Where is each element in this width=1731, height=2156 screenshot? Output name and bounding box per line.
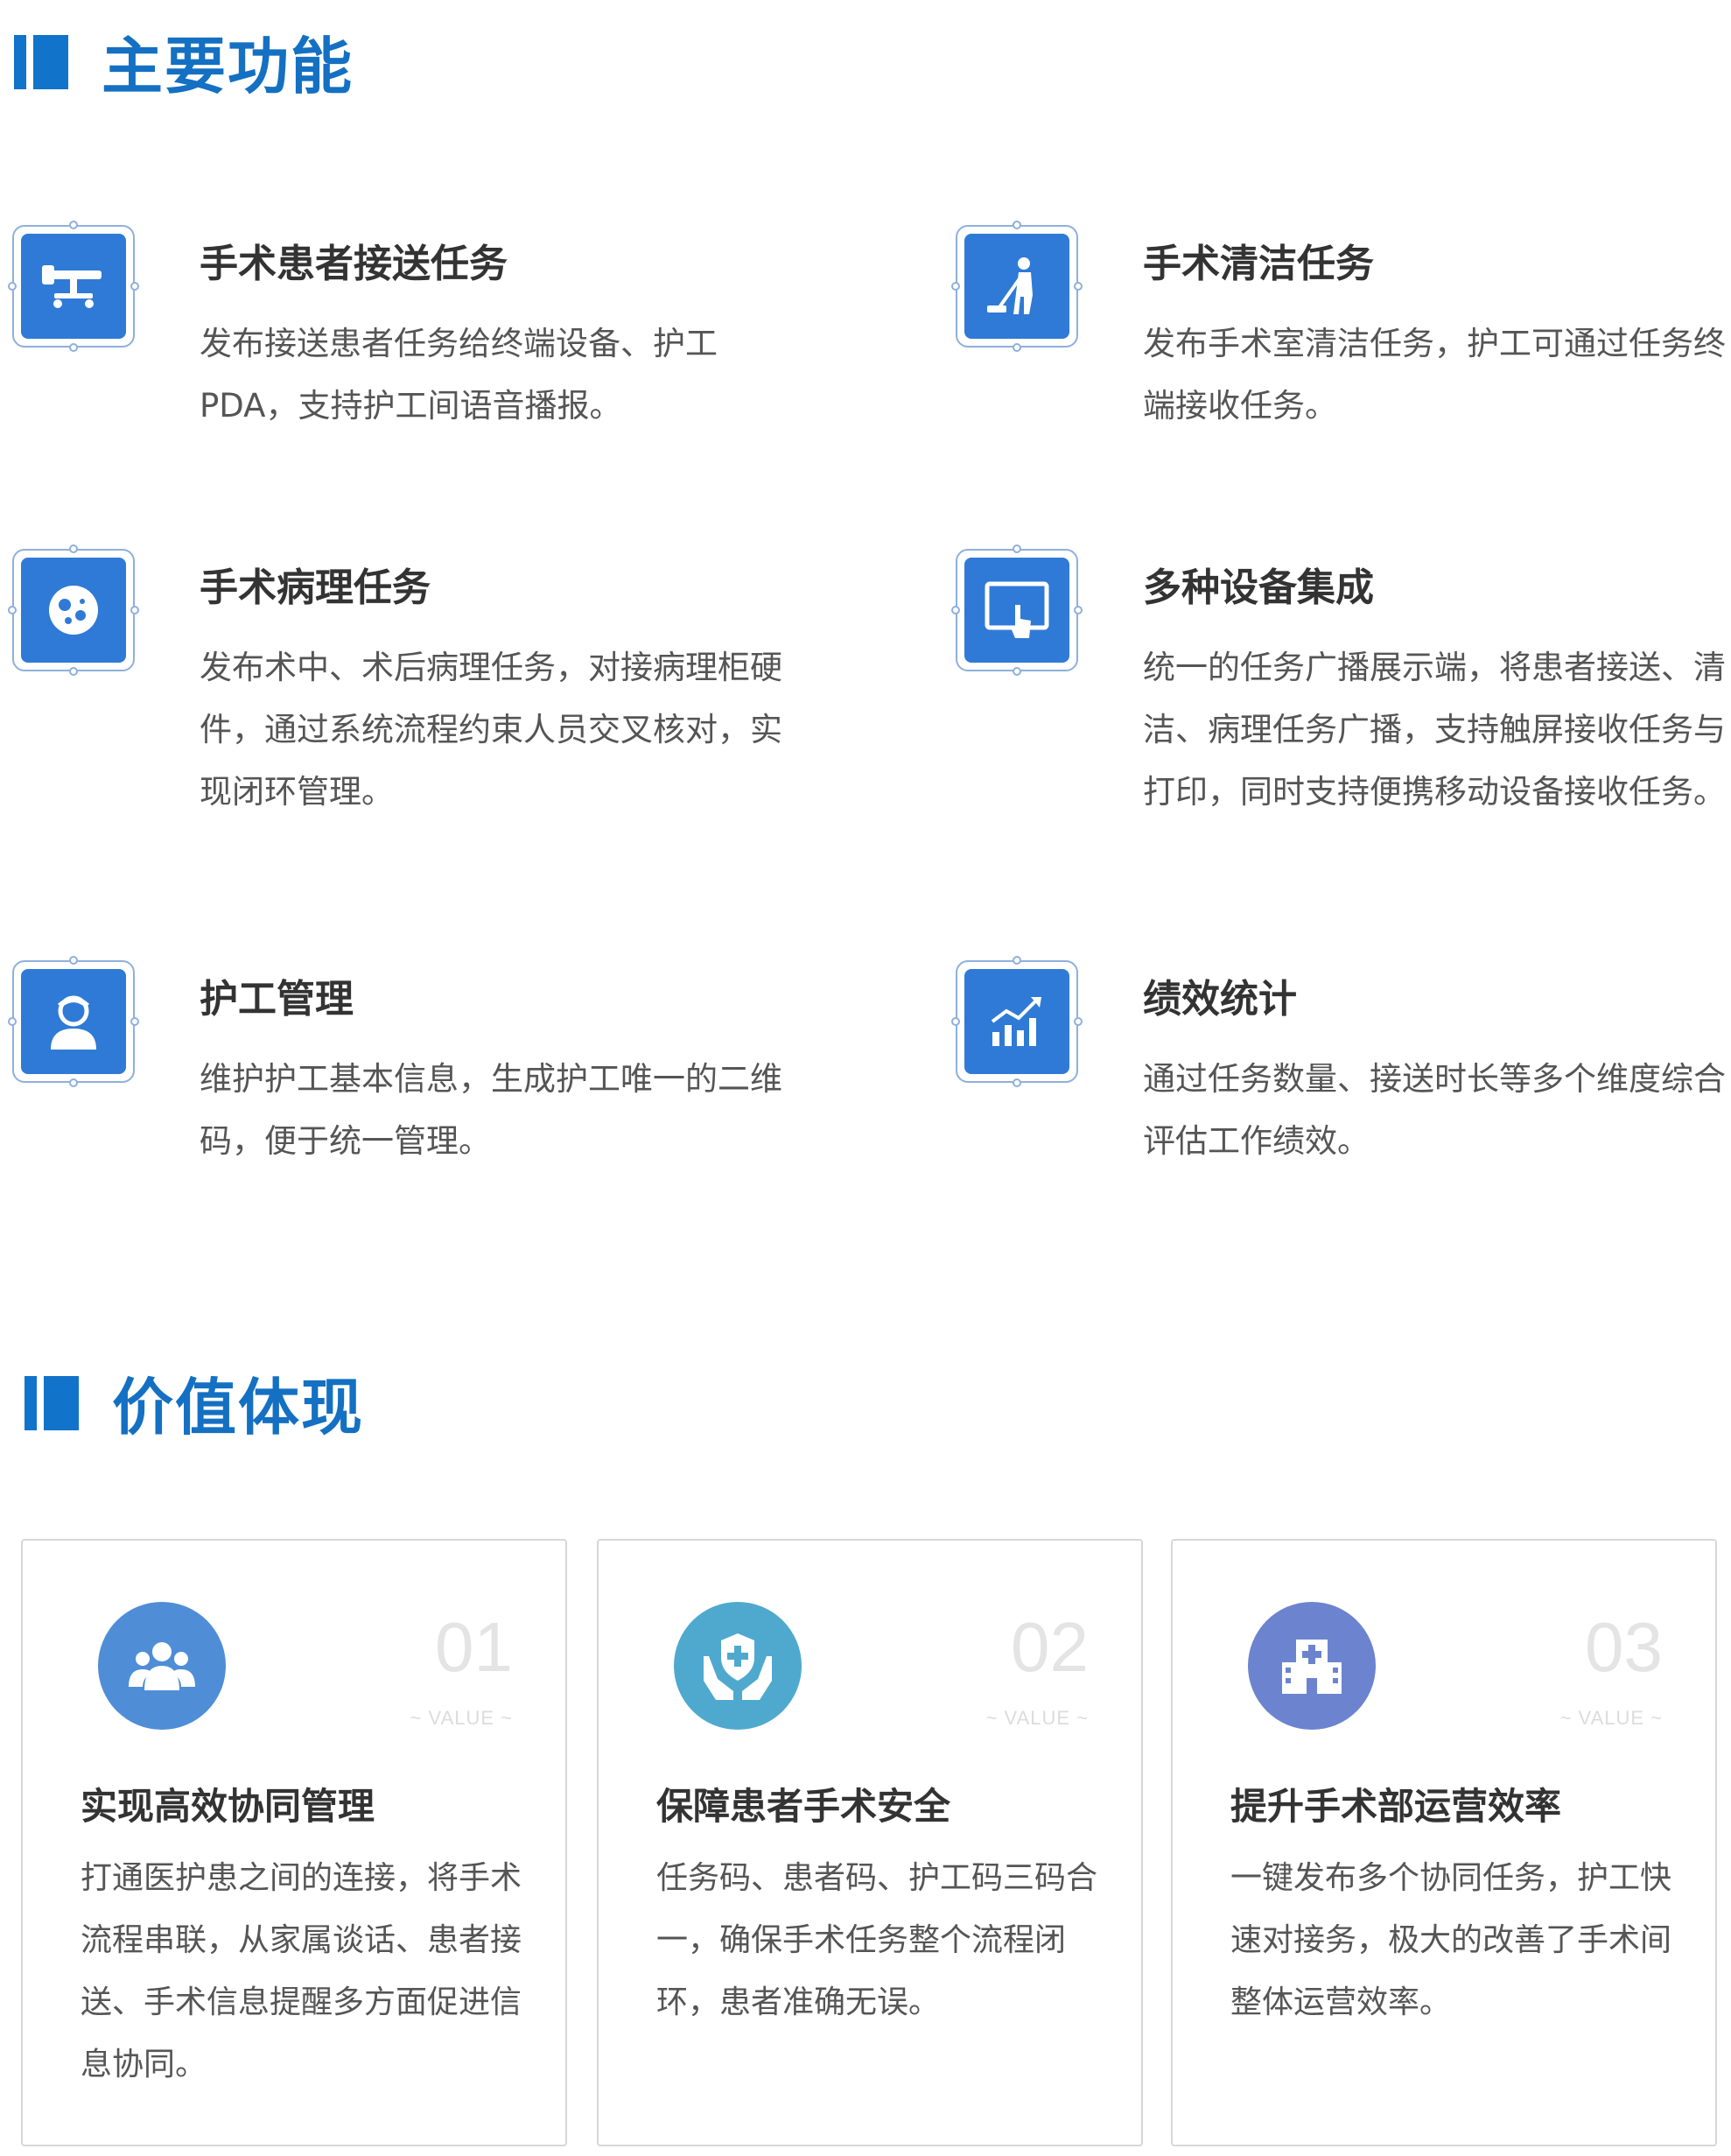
value-card: 03 ~ VALUE ~ 提升手术部运营效率 一键发布多个协同任务，护工快速对接… bbox=[1171, 1539, 1717, 2146]
card-number: 01 bbox=[435, 1608, 513, 1686]
card-number: 03 bbox=[1585, 1608, 1663, 1686]
card-number: 02 bbox=[1011, 1608, 1089, 1686]
card-description: 任务码、患者码、护工码三码合一，确保手术任务整个流程闭环，患者准确无误。 bbox=[656, 1860, 1098, 2020]
card-value-label: ~ VALUE ~ bbox=[985, 1707, 1089, 1729]
feature-title: 手术清洁任务 bbox=[1143, 242, 1374, 286]
feature-description: 维护护工基本信息，生成护工唯一的二维码，便于统一管理。 bbox=[200, 1060, 782, 1160]
card-title: 保障患者手术安全 bbox=[656, 1785, 951, 1828]
surgical-bed-icon bbox=[8, 221, 139, 352]
section-header-features: 主要功能 bbox=[14, 18, 354, 106]
pathology-cells-icon bbox=[8, 544, 139, 676]
card-description: 打通医护患之间的连接，将手术流程串联，从家属谈话、患者接送、手术信息提醒多方面促… bbox=[81, 1860, 522, 2082]
nurse-worker-icon bbox=[8, 956, 139, 1087]
cleaning-mop-icon bbox=[951, 221, 1083, 352]
feature-title: 手术病理任务 bbox=[200, 565, 431, 610]
value-card: 01 ~ VALUE ~ 实现高效协同管理 打通医护患之间的连接，将手术流程串联… bbox=[21, 1539, 567, 2146]
card-value-label: ~ VALUE ~ bbox=[410, 1707, 513, 1729]
shield-hands-icon bbox=[674, 1602, 802, 1730]
section-marker bbox=[14, 34, 68, 89]
feature-title: 护工管理 bbox=[200, 977, 354, 1022]
feature-description: 发布接送患者任务给终端设备、护工PDA，支持护工间语音播报。 bbox=[200, 325, 718, 425]
feature-description: 发布术中、术后病理任务，对接病理柜硬件，通过系统流程约束人员交叉核对，实现闭环管… bbox=[200, 649, 782, 811]
feature-title: 多种设备集成 bbox=[1143, 565, 1374, 610]
growth-chart-icon bbox=[951, 956, 1083, 1087]
section-title: 主要功能 bbox=[102, 31, 354, 102]
feature-title: 绩效统计 bbox=[1143, 977, 1297, 1022]
feature-title: 手术患者接送任务 bbox=[200, 242, 508, 286]
feature-description: 通过任务数量、接送时长等多个维度综合评估工作绩效。 bbox=[1143, 1060, 1726, 1160]
section-header-values: 价值体现 bbox=[25, 1359, 364, 1447]
hospital-building-icon bbox=[1248, 1602, 1376, 1730]
team-group-icon bbox=[98, 1602, 226, 1730]
touch-screen-icon bbox=[951, 544, 1083, 676]
value-card: 02 ~ VALUE ~ 保障患者手术安全 任务码、患者码、护工码三码合一，确保… bbox=[597, 1539, 1143, 2146]
card-value-label: ~ VALUE ~ bbox=[1559, 1707, 1663, 1729]
card-description: 一键发布多个协同任务，护工快速对接务，极大的改善了手术间整体运营效率。 bbox=[1230, 1860, 1672, 2020]
feature-description: 统一的任务广播展示端，将患者接送、清洁、病理任务广播，支持触屏接收任务与打印，同… bbox=[1143, 649, 1726, 811]
section-title: 价值体现 bbox=[112, 1372, 364, 1443]
section-marker bbox=[25, 1375, 79, 1430]
card-title: 实现高效协同管理 bbox=[81, 1785, 375, 1828]
feature-description: 发布手术室清洁任务，护工可通过任务终端接收任务。 bbox=[1143, 325, 1726, 425]
card-title: 提升手术部运营效率 bbox=[1230, 1785, 1562, 1828]
